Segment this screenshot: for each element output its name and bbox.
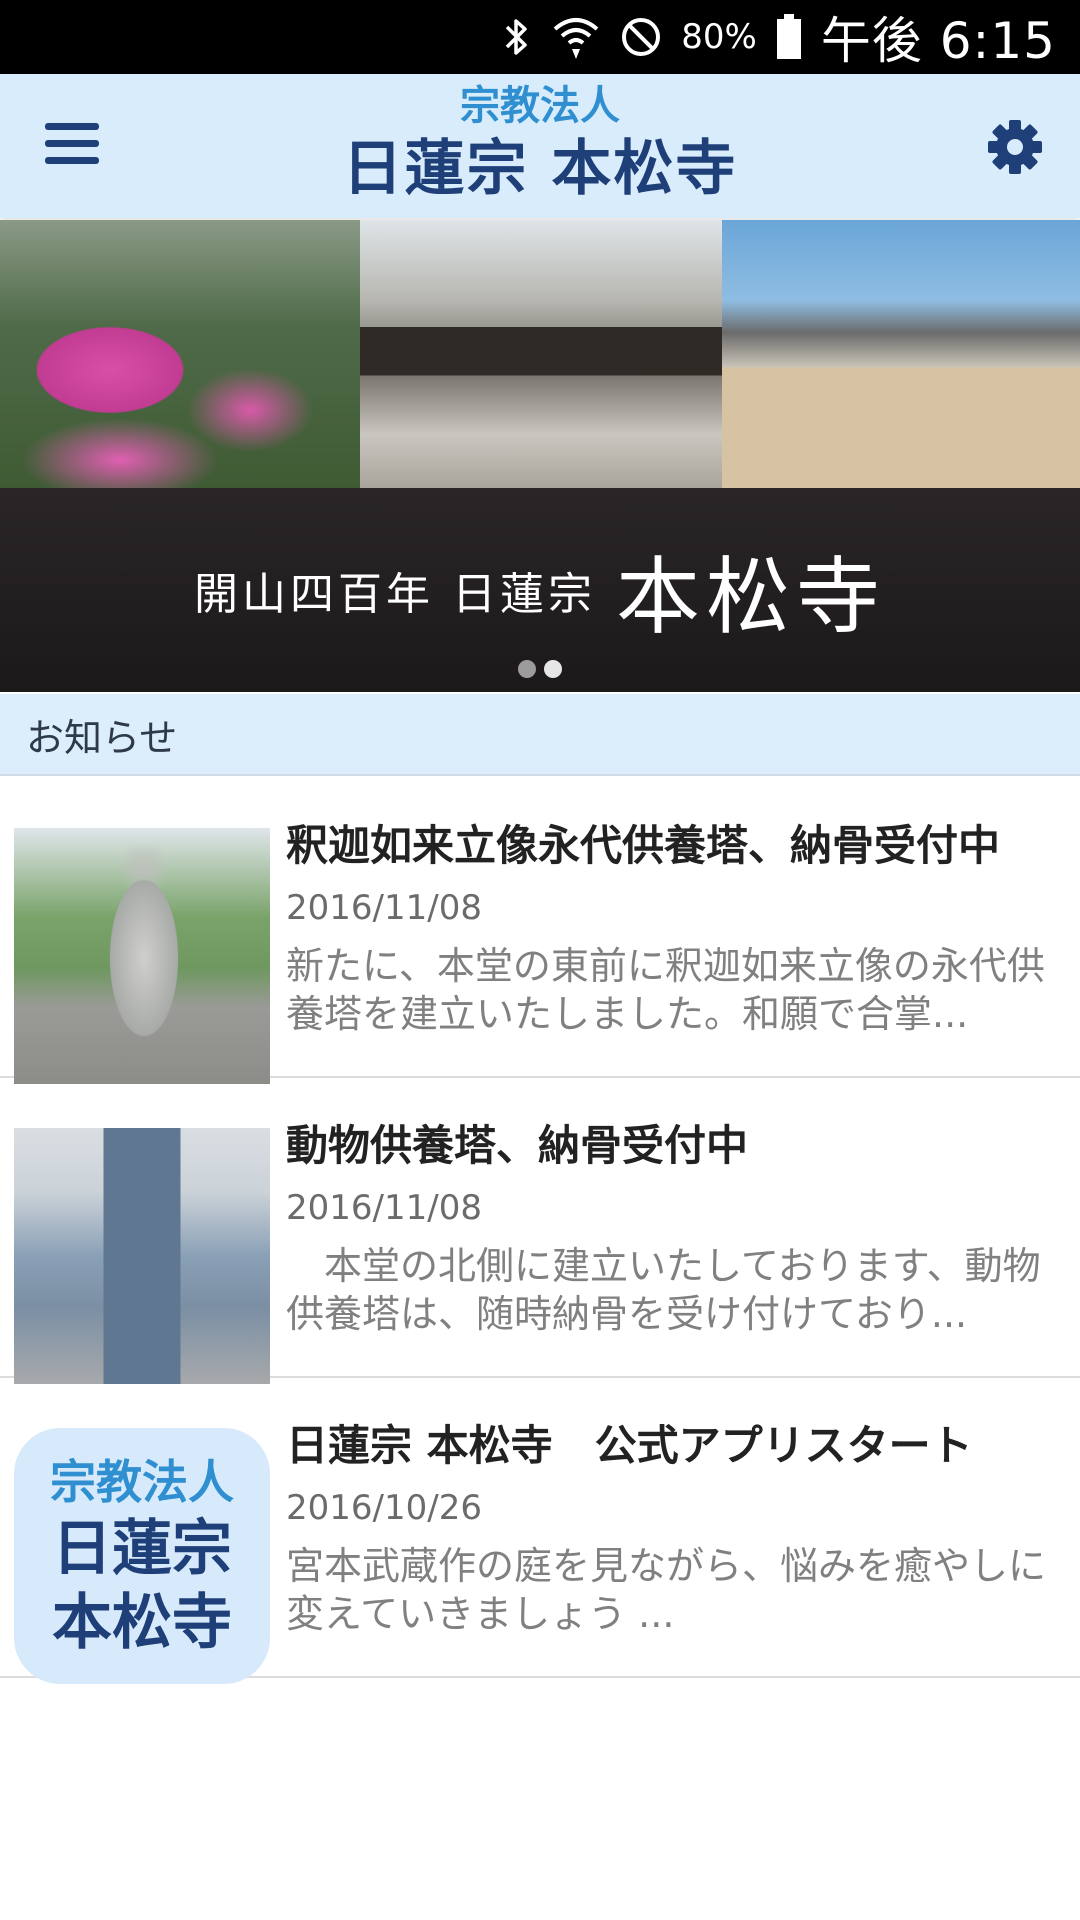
carousel-indicator bbox=[0, 660, 1080, 680]
app-header: 宗教法人 日蓮宗 本松寺 bbox=[0, 74, 1080, 218]
news-section-header: お知らせ bbox=[0, 694, 1080, 776]
temple-building-photo bbox=[722, 220, 1080, 488]
clock: 午後 6:15 bbox=[820, 12, 1056, 70]
news-title: 日蓮宗 本松寺 公式アプリスタート bbox=[286, 1421, 973, 1470]
settings-button[interactable] bbox=[980, 114, 1050, 184]
news-thumbnail bbox=[14, 1128, 270, 1384]
temple-garden-photo bbox=[0, 220, 360, 488]
news-date: 2016/10/26 bbox=[286, 1488, 482, 1528]
status-bar: 80% 午後 6:15 bbox=[0, 0, 1080, 74]
news-date: 2016/11/08 bbox=[286, 888, 482, 928]
section-title: お知らせ bbox=[26, 715, 178, 760]
logo-line-1: 日蓮宗 bbox=[52, 1514, 232, 1584]
do-not-disturb-icon bbox=[619, 15, 663, 59]
carousel-dot-1[interactable] bbox=[518, 660, 536, 678]
brand-subtitle: 宗教法人 bbox=[460, 82, 620, 129]
carousel-dot-2[interactable] bbox=[544, 660, 562, 678]
news-title: 動物供養塔、納骨受付中 bbox=[286, 1121, 749, 1170]
temple-main-hall-photo bbox=[360, 220, 722, 488]
news-excerpt: 新たに、本堂の東前に釈迦如来立像の永代供養塔を建立いたしました。和願で合掌... bbox=[286, 944, 1045, 1036]
news-item[interactable]: 動物供養塔、納骨受付中 2016/11/08 本堂の北側に建立いたしております、… bbox=[0, 1078, 1080, 1384]
wifi-icon bbox=[551, 15, 601, 59]
hero-banner[interactable]: 開山四百年 日蓮宗 本松寺 bbox=[0, 220, 1080, 692]
battery-icon bbox=[775, 14, 803, 60]
news-item[interactable]: 釈迦如来立像永代供養塔、納骨受付中 2016/11/08 新たに、本堂の東前に釈… bbox=[0, 778, 1080, 1084]
gear-icon bbox=[987, 119, 1043, 179]
news-excerpt: 宮本武蔵作の庭を見ながら、悩みを癒やしに変えていきましょう ... bbox=[286, 1544, 1047, 1636]
hero-caption-big: 本松寺 bbox=[615, 547, 886, 646]
menu-button[interactable] bbox=[30, 114, 114, 178]
app-logo: 宗教法人 日蓮宗 本松寺 bbox=[320, 80, 760, 212]
brand-title: 日蓮宗 本松寺 bbox=[342, 134, 738, 204]
battery-percent: 80% bbox=[681, 17, 757, 57]
news-thumbnail bbox=[14, 828, 270, 1084]
news-title: 釈迦如来立像永代供養塔、納骨受付中 bbox=[286, 821, 1001, 870]
bluetooth-icon bbox=[499, 15, 533, 59]
logo-line-2: 本松寺 bbox=[52, 1588, 232, 1658]
hamburger-menu-icon bbox=[43, 121, 101, 171]
hero-caption-small: 開山四百年 日蓮宗 bbox=[193, 569, 596, 620]
news-list: 釈迦如来立像永代供養塔、納骨受付中 2016/11/08 新たに、本堂の東前に釈… bbox=[0, 778, 1080, 1684]
news-excerpt: 本堂の北側に建立いたしております、動物供養塔は、随時納骨を受け付けており... bbox=[286, 1244, 1041, 1336]
logo-subtitle: 宗教法人 bbox=[50, 1455, 234, 1509]
news-item[interactable]: 宗教法人 日蓮宗 本松寺 日蓮宗 本松寺 公式アプリスタート 2016/10/2… bbox=[0, 1378, 1080, 1684]
news-thumbnail-logo: 宗教法人 日蓮宗 本松寺 bbox=[14, 1428, 270, 1684]
news-date: 2016/11/08 bbox=[286, 1188, 482, 1228]
